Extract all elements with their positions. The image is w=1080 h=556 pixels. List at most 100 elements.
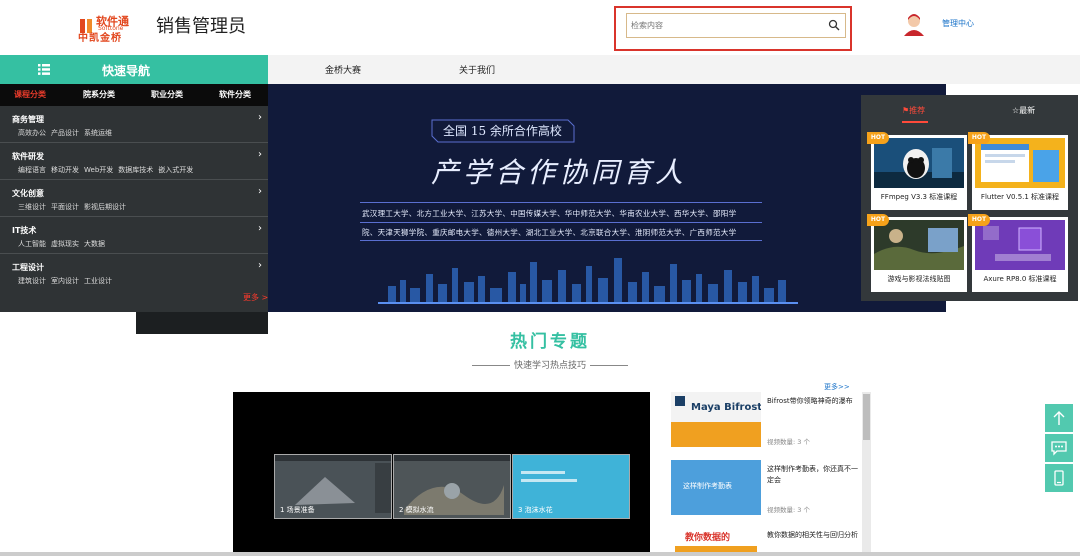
video-chapter-thumb[interactable]: 1 场景准备 [274,454,392,519]
course-thumbnail-image [975,220,1065,270]
course-thumbnail-image [874,138,964,188]
tab-latest-label: 最新 [1019,106,1036,115]
course-card[interactable]: HOT Flutter V0.5.1 标准课程 [968,132,1068,210]
category-more-link[interactable]: 更多 > [243,292,268,303]
tab-recommend[interactable]: ⚑推荐 [902,105,925,116]
course-thumbnail-image [975,138,1065,188]
category-item[interactable]: 数据库技术 [118,166,153,174]
section-subtitle: 快速学习热点技巧 [513,361,586,371]
search-input[interactable] [631,17,821,34]
mobile-button[interactable] [1045,464,1073,492]
category-items: 三维设计 平面设计 影视后期设计 [18,202,131,212]
category-panel: 商务管理 › 高效办公 产品设计 系统运维 软件研发 › 编程语言 移动开发 Web开发… [0,106,268,334]
chat-icon [1051,441,1067,456]
tab-department-category[interactable]: 院系分类 [83,89,115,100]
list-item[interactable]: Maya Bifrost Bifrost带你领略神奇的瀑布 视频数量: 3 个 [671,392,861,447]
logo[interactable]: 软件通 Softtone 中凯金桥 [78,12,130,44]
category-item[interactable]: 嵌入式开发 [158,166,193,174]
chevron-right-icon: › [258,186,262,197]
avatar[interactable] [902,12,926,36]
category-item[interactable]: 编程语言 [18,166,46,174]
category-items: 建筑设计 室内设计 工业设计 [18,276,117,286]
video-chapter-label: 2 模拟水流 [399,506,434,514]
admin-center-link[interactable]: 管理中心 [942,18,974,29]
divider-line [471,365,510,366]
list-item[interactable]: 这样制作考勤表 这样制作考勤表，你还真不一定会 视频数量: 3 个 [671,460,861,515]
category-group[interactable]: IT技术 › 人工智能 虚拟现实 大数据 [0,217,268,254]
scrollbar-thumb[interactable] [863,394,870,440]
category-item[interactable]: 移动开发 [51,166,79,174]
search-box[interactable] [626,13,846,38]
video-thumbnail-image: Maya Bifrost [671,392,761,447]
course-name[interactable]: Flutter V0.5.1 标准课程 [972,192,1068,202]
video-title[interactable]: 这样制作考勤表，你还真不一定会 [767,464,861,486]
search-icon[interactable] [828,19,840,31]
course-name[interactable]: Axure RP8.0 标准课程 [972,274,1068,284]
video-list-scrollbar[interactable] [862,392,871,556]
category-item[interactable]: 高效办公 [18,129,46,137]
category-title[interactable]: 工程设计 [12,262,44,273]
nav-link-about[interactable]: 关于我们 [459,63,495,76]
category-item[interactable]: 大数据 [84,240,105,248]
tab-latest[interactable]: ☆最新 [1012,105,1035,116]
back-to-top-button[interactable] [1045,404,1073,432]
category-group[interactable]: 商务管理 › 高效办公 产品设计 系统运维 [0,106,268,143]
category-group[interactable]: 软件研发 › 编程语言 移动开发 Web开发 数据库技术 嵌入式开发 [0,143,268,180]
city-skyline-image [378,258,798,304]
chevron-right-icon: › [258,223,262,234]
browser-bottom-bar [0,552,1080,556]
tab-career-category[interactable]: 职业分类 [151,89,183,100]
category-title[interactable]: IT技术 [12,225,36,236]
video-thumbnail: 这样制作考勤表 [671,460,761,515]
video-thumb-text: 这样制作考勤表 [683,481,732,490]
video-title[interactable]: Bifrost带你领略神奇的瀑布 [767,396,861,407]
category-items: 编程语言 移动开发 Web开发 数据库技术 嵌入式开发 [18,165,198,175]
category-item[interactable]: 产品设计 [51,129,79,137]
video-list: Maya Bifrost Bifrost带你领略神奇的瀑布 视频数量: 3 个 … [665,390,871,556]
category-title[interactable]: 商务管理 [12,114,44,125]
course-thumbnail [874,138,964,188]
category-group[interactable]: 工程设计 › 建筑设计 室内设计 工业设计 [0,254,268,291]
section-title: 热门专题 [510,332,590,352]
video-title[interactable]: 教你数据的相关性与回归分析 [767,530,861,541]
category-title[interactable]: 软件研发 [12,151,44,162]
hot-badge: HOT [867,132,889,144]
course-thumbnail [975,138,1065,188]
course-thumbnail [975,220,1065,270]
banner-divider [360,222,762,223]
course-card[interactable]: HOT 游戏与影视法线贴图 [867,214,967,292]
chat-button[interactable] [1045,434,1073,462]
category-item[interactable]: 工业设计 [84,277,112,285]
tab-recommend-label: 推荐 [909,106,926,115]
video-player[interactable]: 1 场景准备 2 模拟水流 3 泡沫水花 [233,392,650,556]
category-item[interactable]: 平面设计 [51,203,79,211]
video-chapter-thumb[interactable]: 2 模拟水流 [393,454,511,519]
category-item[interactable]: 人工智能 [18,240,46,248]
hero-banner[interactable]: 全国 15 余所合作高校 产学合作协同育人 武汉理工大学、北方工业大学、江苏大学… [268,84,946,312]
category-title[interactable]: 文化创意 [12,188,44,199]
video-chapter-thumb[interactable]: 3 泡沫水花 [512,454,630,519]
category-item[interactable]: 虚拟现实 [51,240,79,248]
category-item[interactable]: 影视后期设计 [84,203,126,211]
course-name[interactable]: 游戏与影视法线贴图 [871,274,967,284]
category-item[interactable]: 建筑设计 [18,277,46,285]
course-card[interactable]: HOT Axure RP8.0 标准课程 [968,214,1068,292]
tab-software-category[interactable]: 软件分类 [219,89,251,100]
category-group[interactable]: 文化创意 › 三维设计 平面设计 影视后期设计 [0,180,268,217]
mobile-phone-icon [1054,470,1064,486]
category-sidebar: 课程分类 院系分类 职业分类 软件分类 商务管理 › 高效办公 产品设计 系统运维 … [0,84,268,334]
video-count: 视频数量: 3 个 [767,506,810,514]
course-name[interactable]: FFmpeg V3.3 标准课程 [871,192,967,202]
course-card[interactable]: HOT FFmpeg V3.3 标准课程 [867,132,967,210]
quick-nav-button[interactable]: 快速导航 [0,55,268,84]
course-thumbnail-image [874,220,964,270]
floating-toolbar [1045,404,1073,492]
video-chapter-label: 1 场景准备 [280,506,315,514]
tab-course-category[interactable]: 课程分类 [14,89,46,100]
quick-nav-label: 快速导航 [102,64,151,78]
category-item[interactable]: 系统运维 [84,129,112,137]
category-item[interactable]: Web开发 [84,166,113,174]
nav-link-competition[interactable]: 金桥大赛 [325,63,361,76]
category-item[interactable]: 室内设计 [51,277,79,285]
category-item[interactable]: 三维设计 [18,203,46,211]
